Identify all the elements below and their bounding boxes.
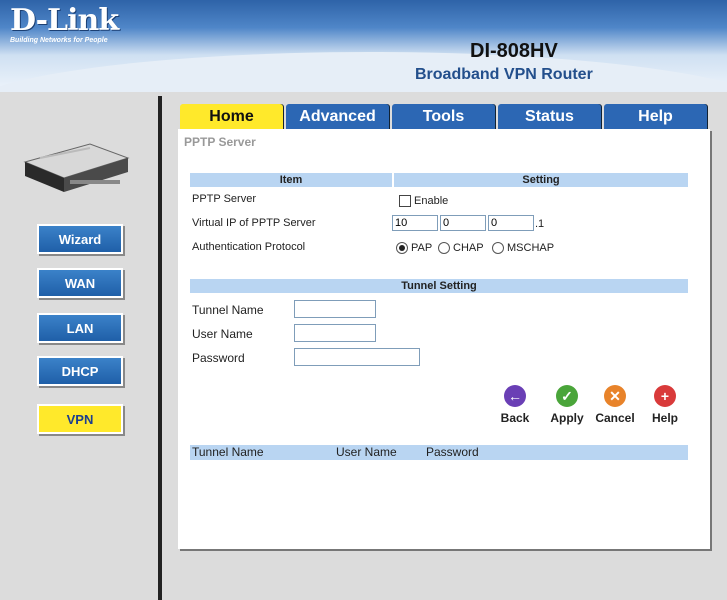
list-col-password: Password xyxy=(426,445,479,459)
auth-mschap-radio[interactable] xyxy=(492,242,504,254)
cancel-label: Cancel xyxy=(595,411,635,425)
pptp-enable-checkbox[interactable] xyxy=(399,195,411,207)
auth-protocol-label: Authentication Protocol xyxy=(192,241,306,253)
tab-tools[interactable]: Tools xyxy=(392,104,495,129)
tunnel-list-header: Tunnel Name User Name Password xyxy=(190,445,688,460)
logo-tagline: Building Networks for People xyxy=(10,37,108,44)
column-header-setting: Setting xyxy=(394,173,688,187)
help-plus-icon: + xyxy=(654,385,676,407)
sidebar-item-vpn[interactable]: VPN xyxy=(37,404,123,434)
divider-bar xyxy=(158,96,162,600)
back-label: Back xyxy=(500,411,530,425)
checkmark-icon: ✓ xyxy=(556,385,578,407)
header-curve xyxy=(0,52,727,92)
virtual-ip-octet-4: .1 xyxy=(535,218,545,230)
router-device-image xyxy=(23,143,130,192)
router-admin-page: D-Link Building Networks for People DI-8… xyxy=(0,0,727,600)
auth-mschap-label: MSCHAP xyxy=(507,242,555,254)
tab-help[interactable]: Help xyxy=(604,104,707,129)
user-name-input[interactable] xyxy=(294,324,376,342)
help-label: Help xyxy=(651,411,678,425)
auth-chap-radio[interactable] xyxy=(438,242,450,254)
column-header-item: Item xyxy=(190,173,392,187)
back-arrow-icon: ← xyxy=(504,385,526,407)
dlink-logo: D-Link Building Networks for People xyxy=(10,3,119,45)
cancel-x-icon: ✕ xyxy=(604,385,626,407)
pptp-server-label: PPTP Server xyxy=(192,193,256,205)
product-model: DI-808HV xyxy=(470,40,558,62)
list-col-user-name: User Name xyxy=(336,445,397,459)
page-title: PPTP Server xyxy=(184,135,256,149)
virtual-ip-octet-2[interactable] xyxy=(440,215,486,231)
user-name-label: User Name xyxy=(192,327,253,341)
list-col-tunnel-name: Tunnel Name xyxy=(192,445,264,459)
sidebar-item-lan[interactable]: LAN xyxy=(37,313,123,343)
tab-advanced[interactable]: Advanced xyxy=(286,104,389,129)
cancel-button[interactable]: ✕ Cancel xyxy=(590,385,640,425)
header-banner: D-Link Building Networks for People DI-8… xyxy=(0,0,727,92)
enable-label: Enable xyxy=(414,195,449,207)
sidebar-item-dhcp[interactable]: DHCP xyxy=(37,356,123,386)
auth-chap-label: CHAP xyxy=(453,242,484,254)
virtual-ip-octet-1[interactable] xyxy=(392,215,438,231)
auth-pap-label: PAP xyxy=(411,242,433,254)
auth-pap-radio[interactable] xyxy=(396,242,408,254)
tab-status[interactable]: Status xyxy=(498,104,601,129)
tunnel-name-label: Tunnel Name xyxy=(192,303,264,317)
back-button[interactable]: ← Back xyxy=(490,385,540,425)
tab-home[interactable]: Home xyxy=(180,104,283,129)
sidebar-item-wizard[interactable]: Wizard xyxy=(37,224,123,254)
password-label: Password xyxy=(192,351,245,365)
virtual-ip-label: Virtual IP of PPTP Server xyxy=(192,217,316,229)
product-name: Broadband VPN Router xyxy=(415,66,593,83)
logo-text: D-Link xyxy=(10,3,119,38)
password-input[interactable] xyxy=(294,348,420,366)
tunnel-setting-header: Tunnel Setting xyxy=(190,279,688,293)
tunnel-name-input[interactable] xyxy=(294,300,376,318)
apply-button[interactable]: ✓ Apply xyxy=(542,385,592,425)
apply-label: Apply xyxy=(550,411,584,425)
help-button[interactable]: + Help xyxy=(640,385,690,425)
sidebar-item-wan[interactable]: WAN xyxy=(37,268,123,298)
virtual-ip-octet-3[interactable] xyxy=(488,215,534,231)
pptp-server-panel: PPTP Server Item Setting PPTP Server Ena… xyxy=(178,129,710,549)
top-tabs: Home Advanced Tools Status Help xyxy=(180,104,710,129)
